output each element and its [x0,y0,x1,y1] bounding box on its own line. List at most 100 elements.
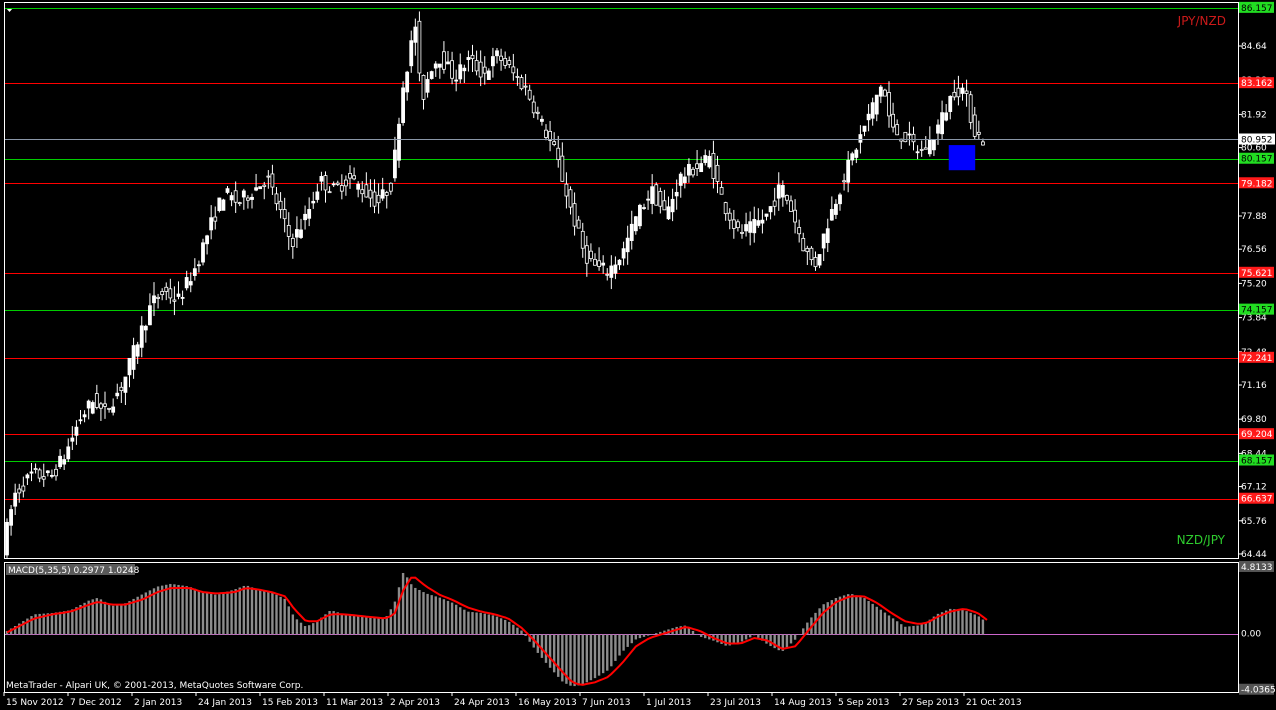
macd-bar [254,588,258,635]
macd-bar [904,626,907,635]
candle-body [184,277,189,289]
candle-body [768,206,773,213]
candle-body [143,325,148,331]
candle-body [437,63,442,68]
candle-body [507,60,512,65]
price-tick-label: 81.92 [1241,110,1267,120]
macd-bar [859,596,862,635]
candle-body [409,40,414,67]
candle-body [727,212,732,221]
candle-body [866,113,871,121]
candle-body [638,204,642,227]
candle-body [58,455,62,468]
time-tick-label: 15 Nov 2012 [6,698,64,708]
macd-bar [867,600,870,635]
macd-bar [818,608,821,635]
macd-bar [977,616,981,635]
candle-body [266,175,271,178]
candle-body [968,94,973,123]
macd-bar [459,607,462,635]
candle-body [454,79,459,82]
candle-body [642,207,646,209]
macd-bar [312,623,315,635]
macd-bar [348,614,352,635]
macd-tick-label: 4.8133 [1241,563,1273,573]
macd-bar [475,612,478,635]
candle-body [932,139,936,151]
candle-body [633,216,638,232]
level-tag-label: 79.182 [1241,179,1273,189]
candle-body [262,184,267,187]
macd-bar [263,590,266,635]
macd-bar [634,634,638,640]
macd-bar [753,634,756,636]
time-tick-label: 27 Sep 2013 [902,698,959,708]
candle-body [307,209,312,219]
macd-bar [487,614,491,635]
candle-body [388,182,393,192]
candle-body [237,202,242,205]
macd-bar [463,609,466,635]
candle-body [213,216,218,222]
macd-bar [295,619,299,635]
macd-bar [418,590,421,635]
candle-body [780,185,785,198]
candle-body [650,186,655,204]
candle-body [903,131,908,143]
chart-title: JPY/NZD [1177,14,1226,28]
macd-bar [434,596,437,635]
candle-body [576,219,581,229]
candle-body [776,184,781,199]
candle-body [972,114,977,137]
macd-bar [573,634,576,687]
macd-bar [785,634,789,648]
macd-bar [58,611,62,635]
time-tick-label: 2 Jan 2013 [134,698,182,708]
macd-bar [851,594,854,635]
macd-bar [365,616,368,635]
candle-body [156,296,160,299]
macd-bar [438,597,442,635]
candle-body [670,198,675,213]
macd-bar [275,594,278,635]
price-tick-label: 65.76 [1241,517,1267,527]
macd-bar [99,599,103,635]
candle-body [874,94,879,115]
macd-bar [650,634,654,635]
macd-bar [879,609,883,635]
time-tick-label: 24 Apr 2013 [454,698,510,708]
macd-bar [838,596,842,635]
price-tick-label: 67.12 [1241,483,1267,493]
macd-bar [561,634,564,682]
level-lines [5,8,1238,500]
candle-body [723,202,728,215]
macd-bar [111,605,115,635]
candle-body [646,198,650,201]
macd-bar [271,592,274,635]
macd-bar [912,625,915,635]
macd-bar [422,592,425,635]
macd-bar [307,625,311,635]
macd-bar [920,624,923,635]
macd-bar [352,615,356,635]
candle-body [711,152,716,179]
macd-bar [173,584,176,635]
macd-bar [283,598,286,635]
candle-body [486,70,491,80]
candle-body [41,476,46,480]
candle-body [687,164,691,176]
macd-bar [246,585,250,635]
candle-body [86,400,91,409]
candle-body [801,237,806,252]
macd-bar [79,605,82,635]
macd-bar [95,598,99,635]
macd-bar [512,624,515,635]
candle-body [964,90,969,94]
macd-bar [736,634,740,643]
candle-body [335,182,340,185]
macd-bar [981,619,985,635]
candle-body [580,230,585,249]
macd-bar [581,634,584,685]
candle-body [756,220,761,226]
macd-bar [883,612,887,635]
